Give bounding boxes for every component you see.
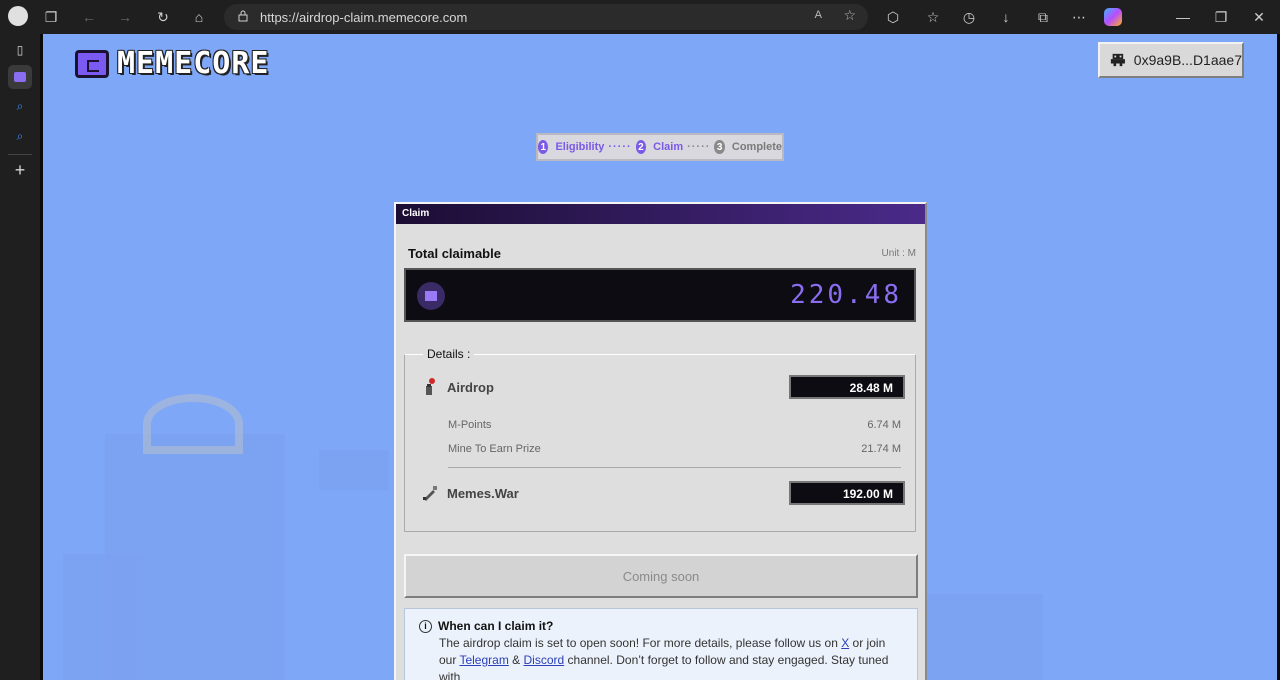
profile-icon[interactable] (8, 6, 28, 26)
tabs-icon[interactable]: ❐ (40, 6, 62, 28)
airdrop-label: Airdrop (447, 379, 494, 395)
screenshot-icon[interactable]: ⧉ (1032, 6, 1054, 28)
coming-soon-button[interactable]: Coming soon (404, 554, 918, 598)
m-points-value: 6.74 M (867, 419, 901, 431)
mine-to-earn-value: 21.74 M (861, 443, 901, 455)
logo-text: MEMECORE (117, 46, 270, 81)
extensions-icon[interactable]: ⬡ (882, 6, 904, 28)
maximize-icon[interactable]: ❐ (1210, 6, 1232, 28)
memes-war-sword-icon (423, 486, 437, 501)
info-text: The airdrop claim is set to open soon! F… (439, 635, 903, 680)
more-icon[interactable]: ⋯ (1068, 6, 1090, 28)
page-content: MEMECORE 0x9a9B...D1aae7 1 Eligibility ·… (43, 34, 1277, 680)
close-icon[interactable]: ✕ (1248, 6, 1270, 28)
sidebar-search-icon-2[interactable]: ⌕ (8, 124, 32, 148)
url-text: https://airdrop-claim.memecore.com (260, 9, 468, 25)
unit-label: Unit : M (881, 248, 916, 259)
info-text-part: The airdrop claim is set to open soon! F… (439, 636, 842, 650)
step-connector: ····· (687, 141, 711, 153)
forward-icon[interactable]: → (114, 6, 136, 28)
step-3-number: 3 (714, 140, 725, 154)
memes-war-row: Memes.War 192.00 M (421, 481, 905, 505)
copilot-icon[interactable] (1104, 8, 1122, 26)
favorites-icon[interactable]: ☆ (922, 6, 944, 28)
sidebar-divider (8, 154, 32, 155)
decorative-pixel-arc (143, 394, 243, 454)
home-icon[interactable]: ⌂ (188, 6, 210, 28)
history-icon[interactable]: ◷ (958, 6, 980, 28)
discord-link[interactable]: Discord (524, 653, 565, 667)
info-header: i When can I claim it? (419, 619, 903, 633)
back-icon[interactable]: ← (78, 6, 100, 28)
favorite-star-icon[interactable]: ☆ (843, 7, 856, 24)
memecore-logo-icon (75, 49, 109, 78)
telegram-link[interactable]: Telegram (459, 653, 508, 667)
step-connector: ····· (608, 141, 632, 153)
info-title: When can I claim it? (438, 619, 554, 633)
read-aloud-icon[interactable]: A (815, 9, 822, 21)
sidebar-add-icon[interactable]: + (8, 158, 32, 182)
total-claimable-display: 220.48 (404, 268, 916, 322)
claim-window: Claim Total claimable Unit : M 220.48 De… (394, 202, 927, 680)
detail-sub-row: Mine To Earn Prize 21.74 M (448, 443, 901, 455)
decorative-pixel-block-right (923, 594, 1043, 680)
wallet-avatar-icon (1110, 53, 1125, 67)
airdrop-balloon-icon (426, 378, 435, 395)
memecore-token-icon (417, 282, 445, 310)
step-3-label: Complete (731, 141, 783, 153)
mine-to-earn-label: Mine To Earn Prize (448, 443, 541, 455)
claim-stepper: 1 Eligibility ····· 2 Claim ····· 3 Comp… (536, 133, 784, 161)
download-icon[interactable]: ↓ (995, 6, 1017, 28)
total-claimable-value: 220.48 (790, 280, 902, 310)
address-bar[interactable]: https://airdrop-claim.memecore.com A ☆ (224, 4, 868, 30)
step-2-label: Claim (653, 141, 684, 153)
wallet-button[interactable]: 0x9a9B...D1aae7 (1098, 42, 1244, 78)
airdrop-value: 28.48 M (789, 375, 905, 399)
info-icon: i (419, 619, 432, 633)
page-scrollbar[interactable] (1266, 34, 1274, 680)
info-box: i When can I claim it? The airdrop claim… (404, 608, 918, 680)
sidebar-search-icon[interactable]: ⌕ (8, 94, 32, 118)
minimize-icon[interactable]: — (1172, 6, 1194, 28)
details-group: Details : Airdrop 28.48 M M-Points 6.74 … (404, 347, 916, 532)
m-points-label: M-Points (448, 419, 492, 431)
sidebar-memecore-icon[interactable] (8, 65, 32, 89)
memes-war-value: 192.00 M (789, 481, 905, 505)
memecore-logo[interactable]: MEMECORE (75, 46, 270, 81)
airdrop-row: Airdrop 28.48 M (421, 375, 905, 399)
decorative-pixel-cloud (319, 450, 389, 490)
claim-window-title: Claim (396, 204, 925, 224)
total-claimable-row: Total claimable Unit : M (408, 246, 916, 261)
wallet-address: 0x9a9B...D1aae7 (1133, 52, 1242, 68)
browser-toolbar: ❐ ← → ↻ ⌂ https://airdrop-claim.memecore… (0, 0, 1280, 34)
details-legend: Details : (423, 347, 475, 361)
details-divider (448, 467, 901, 468)
lock-icon (238, 10, 248, 22)
refresh-icon[interactable]: ↻ (152, 6, 174, 28)
step-1-number: 1 (538, 140, 549, 154)
sidebar-tabs-icon[interactable]: ▯ (8, 38, 32, 62)
info-text-part: & (508, 653, 524, 667)
step-2-number: 2 (635, 140, 647, 154)
browser-sidebar: ▯ ⌕ ⌕ + (0, 34, 40, 680)
step-1-label: Eligibility (555, 141, 605, 153)
total-claimable-label: Total claimable (408, 246, 501, 261)
detail-sub-row: M-Points 6.74 M (448, 419, 901, 431)
memes-war-label: Memes.War (447, 485, 519, 501)
decorative-pixel-block-left (63, 554, 143, 680)
